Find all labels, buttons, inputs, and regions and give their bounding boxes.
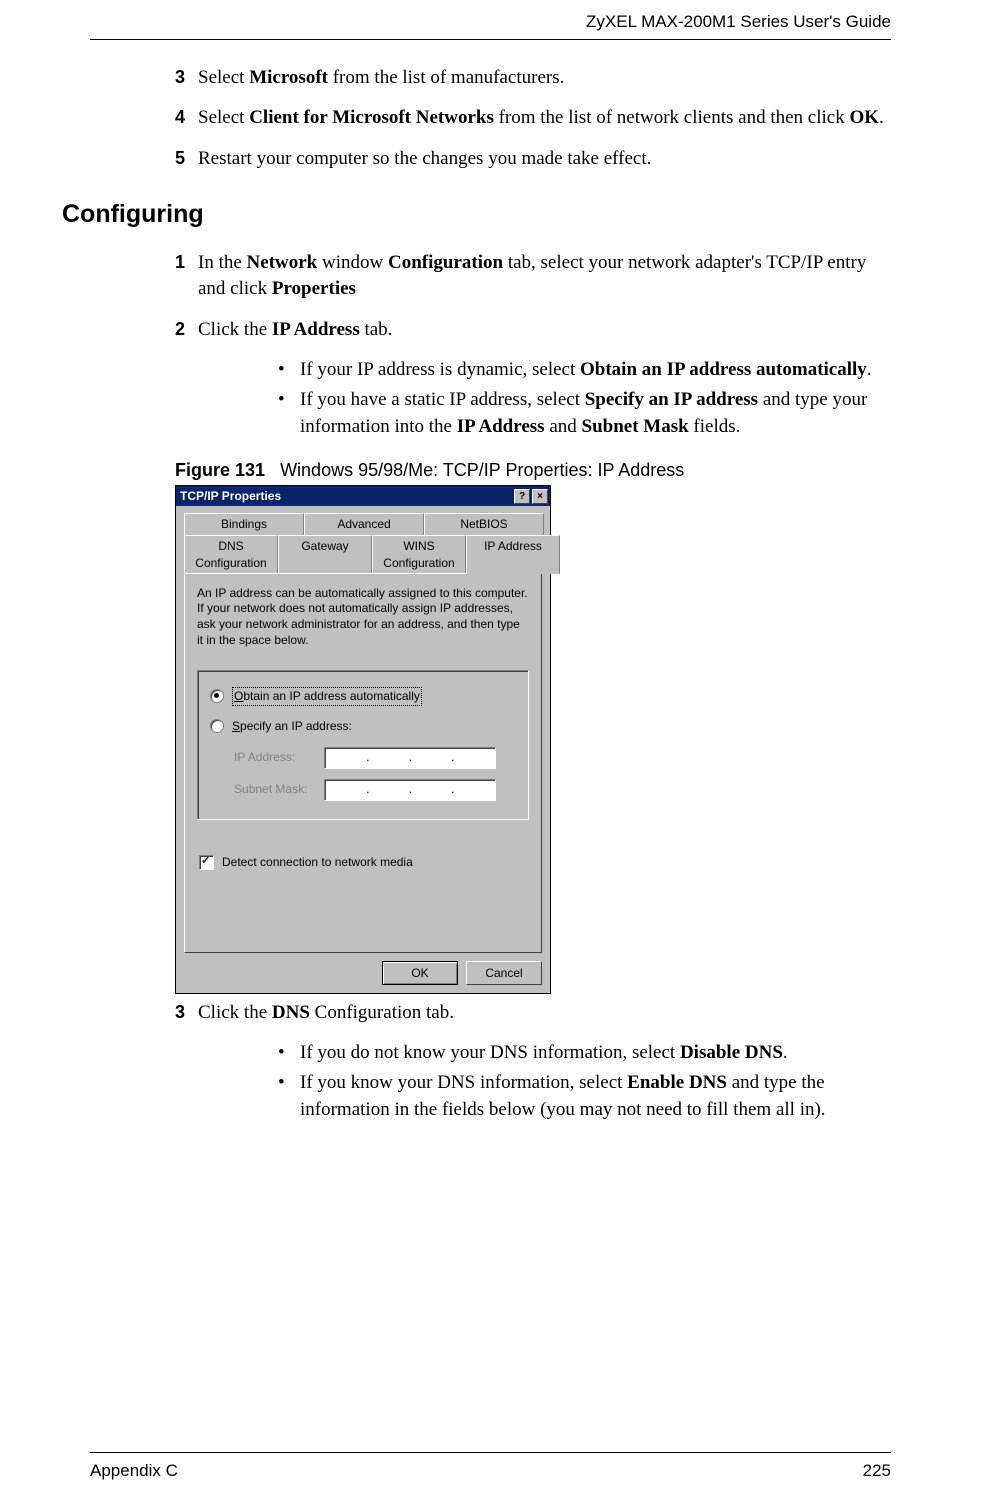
radio-specify-row[interactable]: Specify an IP address: — [210, 718, 516, 735]
figure-caption-text: Windows 95/98/Me: TCP/IP Properties: IP … — [280, 460, 684, 480]
bullet-list: If your IP address is dynamic, select Ob… — [90, 357, 891, 440]
bullet-item: If you know your DNS information, select… — [278, 1070, 891, 1123]
figure: TCP/IP Properties ? × Bindings Advanced … — [175, 485, 891, 993]
tab-dns-config[interactable]: DNS Configuration — [184, 535, 278, 574]
ip-address-label: IP Address: — [234, 749, 324, 766]
step-number: 1 — [175, 250, 185, 275]
tab-bindings[interactable]: Bindings — [184, 513, 304, 535]
step-item: 4 Select Client for Microsoft Networks f… — [90, 105, 891, 132]
tab-netbios[interactable]: NetBIOS — [424, 513, 544, 535]
guide-title: ZyXEL MAX-200M1 Series User's Guide — [586, 12, 891, 31]
radio-obtain-label: Obtain an IP address automatically — [232, 687, 422, 706]
ip-octet[interactable] — [325, 748, 368, 768]
detect-media-label: Detect connection to network media — [222, 854, 413, 871]
step-number: 2 — [175, 317, 185, 342]
radio-obtain[interactable] — [210, 689, 224, 703]
ip-address-input[interactable] — [324, 747, 496, 769]
section-heading: Configuring — [62, 197, 891, 232]
subnet-mask-input[interactable] — [324, 779, 496, 801]
ip-address-row: IP Address: — [234, 747, 516, 769]
step-item: 3 Click the DNS Configuration tab. — [90, 1000, 891, 1027]
tab-area: Bindings Advanced NetBIOS DNS Configurat… — [176, 506, 550, 952]
dialog-help-text: An IP address can be automatically assig… — [197, 586, 529, 648]
step-text: Select Microsoft from the list of manufa… — [198, 65, 891, 92]
ip-octet[interactable] — [453, 780, 496, 800]
ip-octet[interactable] — [410, 748, 453, 768]
radio-group: Obtain an IP address automatically Speci… — [197, 670, 529, 820]
dialog-button-row: OK Cancel — [176, 953, 550, 993]
tab-gateway[interactable]: Gateway — [278, 535, 372, 574]
step-number: 5 — [175, 146, 185, 171]
dialog-titlebar: TCP/IP Properties ? × — [176, 486, 550, 506]
figure-caption: Figure 131 Windows 95/98/Me: TCP/IP Prop… — [175, 458, 891, 483]
page-header: ZyXEL MAX-200M1 Series User's Guide — [0, 0, 981, 39]
bullet-list: If you do not know your DNS information,… — [90, 1040, 891, 1123]
ip-octet[interactable] — [368, 780, 411, 800]
step-item: 5 Restart your computer so the changes y… — [90, 146, 891, 173]
tcpip-dialog: TCP/IP Properties ? × Bindings Advanced … — [175, 485, 551, 993]
tab-advanced[interactable]: Advanced — [304, 513, 424, 535]
ip-octet[interactable] — [368, 748, 411, 768]
page-footer: Appendix C 225 — [90, 1452, 891, 1483]
ip-octet[interactable] — [453, 748, 496, 768]
footer-left: Appendix C — [90, 1459, 178, 1483]
step-text: Select Client for Microsoft Networks fro… — [198, 105, 891, 132]
step-item: 3 Select Microsoft from the list of manu… — [90, 65, 891, 92]
tab-ip-address[interactable]: IP Address — [466, 535, 560, 574]
tab-row-top: Bindings Advanced NetBIOS — [184, 512, 544, 534]
tab-row-bottom: DNS Configuration Gateway WINS Configura… — [184, 534, 544, 573]
step-text: Click the IP Address tab. — [198, 317, 891, 344]
ip-octet[interactable] — [325, 780, 368, 800]
bullet-item: If you do not know your DNS information,… — [278, 1040, 891, 1067]
page-content: 3 Select Microsoft from the list of manu… — [0, 40, 981, 1123]
radio-specify[interactable] — [210, 719, 224, 733]
step-text: Restart your computer so the changes you… — [198, 146, 891, 173]
ok-button[interactable]: OK — [382, 961, 458, 985]
step-item: 2 Click the IP Address tab. — [90, 317, 891, 344]
figure-label: Figure 131 — [175, 460, 265, 480]
tab-panel: An IP address can be automatically assig… — [184, 573, 542, 953]
cancel-button[interactable]: Cancel — [466, 961, 542, 985]
detect-media-row[interactable]: Detect connection to network media — [199, 854, 529, 871]
footer-right: 225 — [863, 1459, 891, 1483]
step-text: Click the DNS Configuration tab. — [198, 1000, 891, 1027]
subnet-mask-label: Subnet Mask: — [234, 781, 324, 798]
radio-obtain-row[interactable]: Obtain an IP address automatically — [210, 687, 516, 706]
step-number: 3 — [175, 1000, 185, 1025]
tab-wins-config[interactable]: WINS Configuration — [372, 535, 466, 574]
step-number: 4 — [175, 105, 185, 130]
radio-specify-label: Specify an IP address: — [232, 718, 352, 735]
detect-media-checkbox[interactable] — [199, 855, 214, 870]
subnet-mask-row: Subnet Mask: — [234, 779, 516, 801]
help-icon[interactable]: ? — [514, 489, 530, 504]
step-item: 1 In the Network window Configuration ta… — [90, 250, 891, 303]
dialog-title: TCP/IP Properties — [180, 488, 512, 505]
step-text: In the Network window Configuration tab,… — [198, 250, 891, 303]
step-number: 3 — [175, 65, 185, 90]
bullet-item: If you have a static IP address, select … — [278, 387, 891, 440]
close-icon[interactable]: × — [532, 489, 548, 504]
bullet-item: If your IP address is dynamic, select Ob… — [278, 357, 891, 384]
ip-octet[interactable] — [410, 780, 453, 800]
